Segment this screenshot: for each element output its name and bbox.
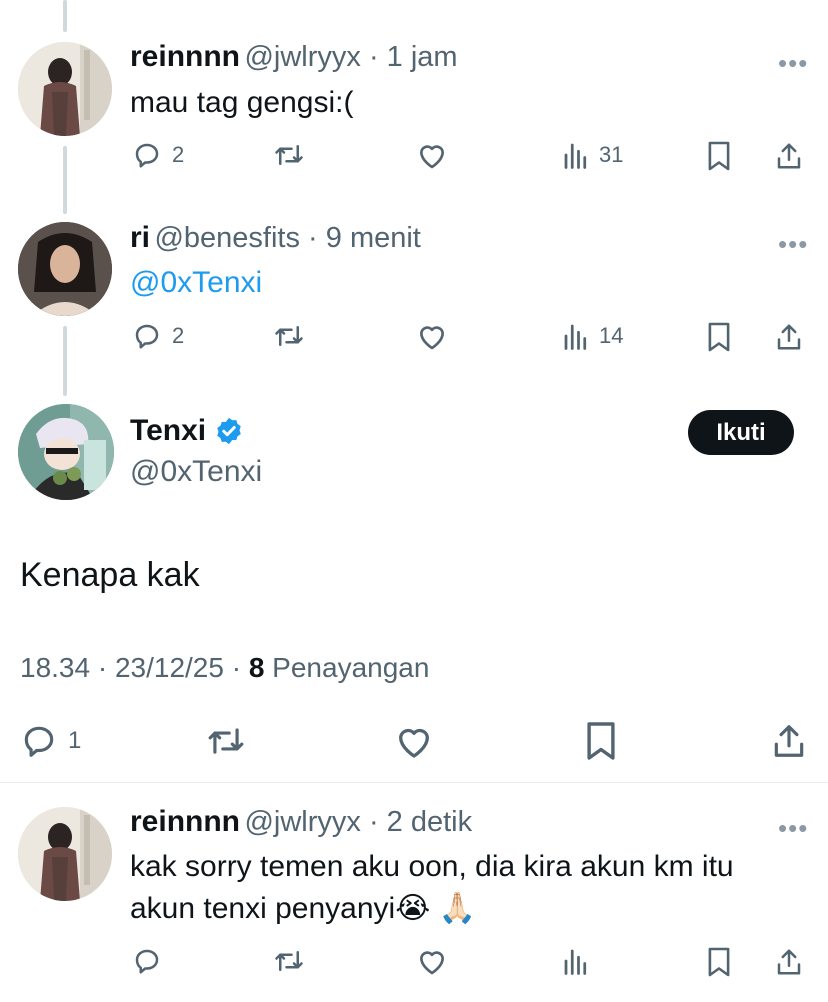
- reply-icon: [135, 324, 159, 349]
- views-icon: [564, 143, 587, 169]
- like-icon: [420, 326, 444, 350]
- separator: ·: [299, 222, 326, 254]
- bookmark-icon: [708, 141, 730, 171]
- avatar[interactable]: [18, 42, 112, 136]
- reply-count: 2: [172, 142, 185, 167]
- bookmark-button[interactable]: [706, 321, 732, 353]
- avatar[interactable]: [18, 404, 114, 500]
- bookmark-icon: [708, 947, 730, 977]
- verified-badge-icon: [217, 417, 241, 445]
- display-name[interactable]: reinnnn: [130, 805, 240, 838]
- reply-button[interactable]: 2: [132, 140, 184, 170]
- reply-icon: [135, 949, 159, 974]
- bookmark-icon: [587, 722, 615, 760]
- user-handle[interactable]: @jwlryyx: [244, 806, 360, 838]
- post-timestamp[interactable]: 18.34 · 23/12/25 ·: [20, 652, 249, 683]
- share-icon: [774, 725, 804, 757]
- views-button[interactable]: 31: [563, 140, 623, 170]
- like-button[interactable]: [416, 946, 448, 976]
- author-row: Tenxi: [130, 414, 244, 448]
- timestamp[interactable]: 9 menit: [326, 222, 421, 254]
- avatar[interactable]: [18, 222, 112, 316]
- bookmark-button[interactable]: [706, 140, 732, 172]
- like-button[interactable]: [416, 140, 448, 170]
- tweet-header: reinnnn @jwlryyx · 2 detik: [130, 805, 472, 839]
- reply-button[interactable]: 2: [132, 321, 184, 351]
- separator: ·: [360, 806, 387, 838]
- more-icon[interactable]: •••: [778, 815, 808, 841]
- user-handle[interactable]: @benesfits: [154, 222, 300, 254]
- share-button[interactable]: [774, 946, 804, 978]
- views-button[interactable]: [563, 946, 589, 976]
- thread-line-top: [63, 0, 67, 32]
- avatar[interactable]: [18, 807, 112, 901]
- reply-button[interactable]: 1: [20, 722, 81, 760]
- like-icon: [399, 728, 429, 758]
- share-button[interactable]: [770, 720, 808, 762]
- reply-text: akun tenxi penyanyi: [130, 892, 396, 925]
- follow-button[interactable]: Ikuti: [688, 410, 794, 455]
- timestamp[interactable]: 2 detik: [387, 806, 472, 838]
- view-count: 14: [599, 323, 624, 348]
- bookmark-button[interactable]: [584, 720, 618, 762]
- like-button[interactable]: [416, 321, 448, 351]
- divider: [0, 782, 828, 783]
- tweet-text: mau tag gengsi:(: [130, 86, 354, 119]
- share-button[interactable]: [774, 140, 804, 172]
- user-handle[interactable]: @0xTenxi: [130, 455, 262, 489]
- share-button[interactable]: [774, 321, 804, 353]
- more-icon[interactable]: •••: [778, 50, 808, 76]
- tweet-header: ri @benesfits · 9 menit: [130, 221, 421, 255]
- praying-hands-emoji: 🙏🏻: [438, 892, 476, 925]
- reply-count: 2: [172, 323, 185, 348]
- views-button[interactable]: 14: [563, 321, 623, 351]
- like-icon: [420, 145, 444, 169]
- reply-icon: [135, 143, 159, 168]
- user-handle[interactable]: @jwlryyx: [244, 41, 360, 73]
- bookmark-icon: [708, 322, 730, 352]
- retweet-button[interactable]: [272, 946, 306, 976]
- view-count: 31: [599, 142, 624, 167]
- share-icon: [777, 324, 801, 350]
- views-label[interactable]: Penayangan: [264, 652, 429, 683]
- share-icon: [777, 143, 801, 169]
- post-text: Kenapa kak: [20, 556, 200, 594]
- display-name[interactable]: reinnnn: [130, 40, 240, 73]
- post-meta: 18.34 · 23/12/25 · 8 Penayangan: [20, 652, 429, 684]
- reply-icon: [24, 726, 54, 757]
- tweet-header: reinnnn @jwlryyx · 1 jam: [130, 40, 458, 74]
- retweet-icon: [208, 728, 244, 754]
- mention-link[interactable]: @0xTenxi: [130, 262, 262, 304]
- more-icon[interactable]: •••: [778, 231, 808, 257]
- reply-count: 1: [68, 727, 82, 754]
- views-number: 8: [248, 652, 265, 683]
- retweet-button[interactable]: [204, 722, 248, 760]
- retweet-button[interactable]: [272, 321, 306, 351]
- retweet-button[interactable]: [272, 140, 306, 170]
- display-name[interactable]: ri: [130, 221, 150, 254]
- display-name[interactable]: Tenxi: [130, 414, 206, 448]
- timestamp[interactable]: 1 jam: [387, 41, 458, 73]
- views-icon: [564, 324, 587, 350]
- retweet-icon: [275, 326, 303, 346]
- reply-text-line-2: akun tenxi penyanyi😭 🙏🏻: [130, 888, 476, 930]
- thread-line-2: [63, 326, 67, 396]
- bookmark-button[interactable]: [706, 946, 732, 978]
- retweet-icon: [275, 145, 303, 165]
- crying-emoji: 😭: [395, 892, 431, 925]
- thread-line-1: [63, 146, 67, 214]
- like-button[interactable]: [394, 722, 434, 760]
- separator: ·: [360, 41, 387, 73]
- like-icon: [420, 951, 444, 975]
- retweet-icon: [275, 951, 303, 971]
- reply-button[interactable]: [132, 946, 162, 976]
- views-icon: [564, 949, 587, 975]
- reply-text-line-1: kak sorry temen aku oon, dia kira akun k…: [130, 850, 734, 883]
- share-icon: [777, 949, 801, 975]
